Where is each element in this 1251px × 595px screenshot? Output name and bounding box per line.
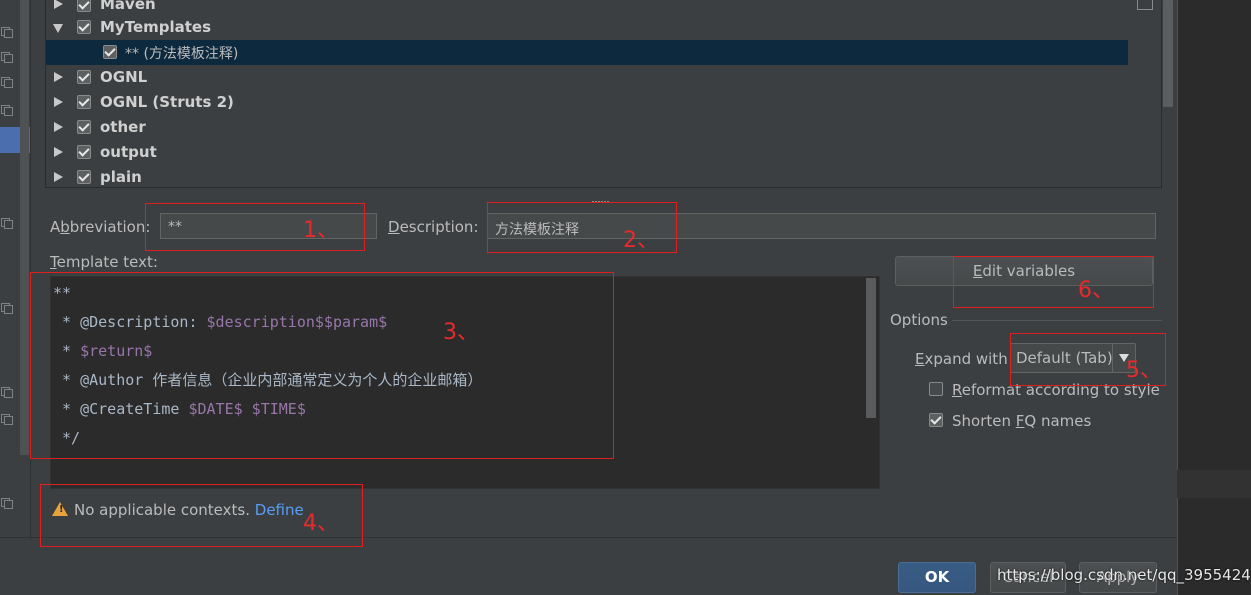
checkbox-method-template[interactable] — [103, 45, 117, 59]
checkbox-plain[interactable] — [77, 170, 91, 184]
tree-scrollbar-thumb[interactable] — [1163, 0, 1173, 107]
checkbox-maven[interactable] — [77, 0, 91, 12]
description-label: Description: — [388, 218, 479, 236]
editor-scrollbar-thumb[interactable] — [866, 278, 876, 418]
tree-item-label: ** (方法模板注释) — [125, 46, 239, 62]
annotation-number-1: 1、 — [303, 218, 339, 243]
annotation-box-6 — [953, 256, 1154, 308]
tree-item-label: Maven — [100, 0, 156, 13]
annotation-number-3: 3、 — [443, 320, 479, 345]
chevron-down-icon[interactable] — [53, 24, 63, 33]
copy-icon — [1, 77, 13, 88]
annotation-number-2: 2、 — [623, 228, 659, 253]
chevron-right-icon[interactable] — [54, 72, 63, 82]
tree-item-label: plain — [100, 168, 142, 186]
abbreviation-label: Abbreviation: — [50, 218, 151, 236]
background-editor-band — [1177, 470, 1251, 498]
tree-item-label: OGNL — [100, 68, 148, 86]
reformat-checkbox[interactable] — [929, 382, 943, 396]
expand-with-label: Expand with — [915, 350, 1008, 368]
annotation-box-3 — [30, 272, 614, 459]
annotation-number-6: 6、 — [1078, 278, 1114, 303]
tree-item-label: other — [100, 118, 146, 136]
checkbox-other[interactable] — [77, 120, 91, 134]
annotation-number-5: 5、 — [1126, 358, 1162, 383]
tree-item-output[interactable]: output — [46, 140, 1128, 165]
chevron-right-icon[interactable] — [54, 0, 63, 9]
tree-item-method-template[interactable]: ** (方法模板注释) — [46, 40, 1128, 65]
splitter-grip-handle[interactable] — [592, 188, 614, 203]
template-text-label: Template text: — [50, 253, 158, 271]
copy-icon — [1, 414, 13, 425]
copy-icon — [1, 52, 13, 63]
template-tree[interactable]: Maven MyTemplates ** (方法模板注释) OGNL OGNL … — [45, 0, 1174, 190]
checkbox-mytemplates[interactable] — [77, 20, 91, 34]
tree-item-ognl[interactable]: OGNL — [46, 65, 1128, 90]
options-title: Options — [890, 311, 948, 329]
tree-item-other[interactable]: other — [46, 115, 1128, 140]
annotation-number-4: 4、 — [303, 511, 339, 536]
chevron-right-icon[interactable] — [54, 122, 63, 132]
chevron-right-icon[interactable] — [54, 172, 63, 182]
tree-item-label: MyTemplates — [100, 18, 212, 36]
copy-icon — [1, 27, 13, 38]
options-separator — [952, 320, 1162, 321]
copy-icon — [1, 105, 13, 116]
tree-item-plain[interactable]: plain — [46, 165, 1128, 190]
document-icon[interactable] — [1137, 0, 1153, 10]
copy-icon — [1, 387, 13, 398]
chevron-right-icon[interactable] — [54, 97, 63, 107]
shorten-fq-names-checkbox[interactable] — [929, 413, 943, 427]
tree-item-ognl-struts2[interactable]: OGNL (Struts 2) — [46, 90, 1128, 115]
tree-item-label: output — [100, 143, 157, 161]
copy-icon — [1, 498, 13, 509]
tree-item-mytemplates[interactable]: MyTemplates — [46, 15, 1128, 40]
watermark-url: https://blog.csdn.net/qq_39554240 — [997, 566, 1251, 584]
chevron-right-icon[interactable] — [54, 147, 63, 157]
ok-button[interactable]: OK — [898, 562, 976, 593]
checkbox-ognl[interactable] — [77, 70, 91, 84]
copy-icon — [1, 303, 13, 314]
checkbox-ognl-struts2[interactable] — [77, 95, 91, 109]
checkbox-output[interactable] — [77, 145, 91, 159]
gutter-scrollbar[interactable] — [20, 0, 29, 455]
copy-icon — [1, 218, 13, 229]
shorten-fq-names-label[interactable]: Shorten FQ names — [952, 412, 1091, 430]
background-editor — [1177, 0, 1251, 595]
tree-item-label: OGNL (Struts 2) — [100, 93, 234, 111]
